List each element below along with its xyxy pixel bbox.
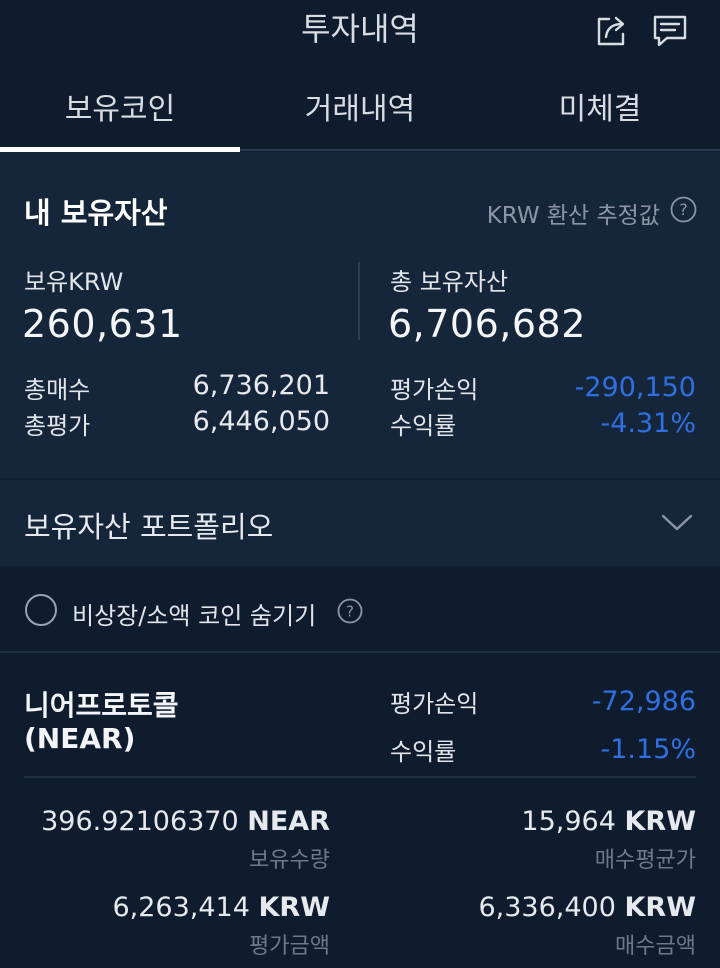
- average-buy-price-label: 매수평균가: [594, 848, 696, 873]
- return-rate-value: -4.31%: [600, 408, 696, 439]
- coin-symbol: (NEAR): [24, 722, 136, 755]
- hide-small-coins-label[interactable]: 비상장/소액 코인 숨기기: [72, 596, 316, 631]
- chevron-down-icon[interactable]: [660, 508, 694, 536]
- coin-return-rate-value: -1.15%: [600, 734, 696, 765]
- coin-name[interactable]: 니어프로토콜: [24, 684, 179, 724]
- average-buy-price-unit: KRW: [624, 806, 697, 837]
- section-divider: [0, 651, 720, 653]
- summary-divider: [358, 262, 360, 340]
- total-assets-value: 6,706,682: [388, 302, 586, 346]
- krw-label: 보유KRW: [24, 268, 124, 296]
- tab-pending[interactable]: 미체결: [480, 72, 720, 148]
- tab-bar: 보유코인 거래내역 미체결: [0, 72, 720, 152]
- evaluation-amount-value: 6,263,414: [112, 892, 250, 923]
- total-buy-value: 6,736,201: [192, 370, 330, 401]
- evaluation-amount-label: 평가금액: [249, 934, 330, 959]
- return-rate-label: 수익률: [390, 412, 457, 440]
- total-eval-value: 6,446,050: [192, 406, 330, 437]
- item-divider: [24, 776, 696, 778]
- holding-quantity-value: 396.92106370: [41, 806, 239, 837]
- svg-text:?: ?: [346, 603, 354, 621]
- portfolio-label: 보유자산 포트폴리오: [24, 510, 274, 544]
- krw-estimate-note: KRW 환산 추정값: [486, 203, 660, 229]
- buy-amount-value: 6,336,400: [478, 892, 616, 923]
- hide-small-coins-checkbox[interactable]: [24, 593, 58, 627]
- krw-value: 260,631: [22, 302, 183, 346]
- summary-title: 내 보유자산: [24, 196, 168, 230]
- tab-holdings[interactable]: 보유코인: [0, 72, 240, 148]
- buy-amount-unit: KRW: [624, 892, 697, 923]
- evaluation-amount: 6,263,414 KRW: [112, 892, 330, 923]
- total-buy-label: 총매수: [24, 376, 91, 404]
- coin-return-rate-label: 수익률: [390, 738, 457, 766]
- coin-profit-loss-label: 평가손익: [390, 690, 479, 718]
- total-assets-label: 총 보유자산: [390, 268, 509, 296]
- holding-quantity: 396.92106370 NEAR: [41, 806, 330, 837]
- svg-text:?: ?: [679, 200, 688, 219]
- evaluation-amount-unit: KRW: [258, 892, 331, 923]
- share-icon[interactable]: [592, 10, 632, 50]
- buy-amount-label: 매수금액: [615, 934, 696, 959]
- tab-divider: [240, 149, 720, 151]
- average-buy-price: 15,964 KRW: [521, 806, 696, 837]
- holding-quantity-label: 보유수량: [249, 848, 330, 873]
- profit-loss-value: -290,150: [574, 372, 696, 403]
- help-icon[interactable]: ?: [670, 196, 697, 223]
- chat-icon[interactable]: [650, 10, 690, 50]
- average-buy-price-value: 15,964: [521, 806, 616, 837]
- coin-profit-loss-value: -72,986: [591, 686, 696, 717]
- tab-trade-history[interactable]: 거래내역: [240, 72, 480, 148]
- total-eval-label: 총평가: [24, 412, 91, 440]
- buy-amount: 6,336,400 KRW: [478, 892, 696, 923]
- help-icon[interactable]: ?: [337, 598, 363, 624]
- profit-loss-label: 평가손익: [390, 376, 479, 404]
- holding-quantity-unit: NEAR: [247, 806, 330, 837]
